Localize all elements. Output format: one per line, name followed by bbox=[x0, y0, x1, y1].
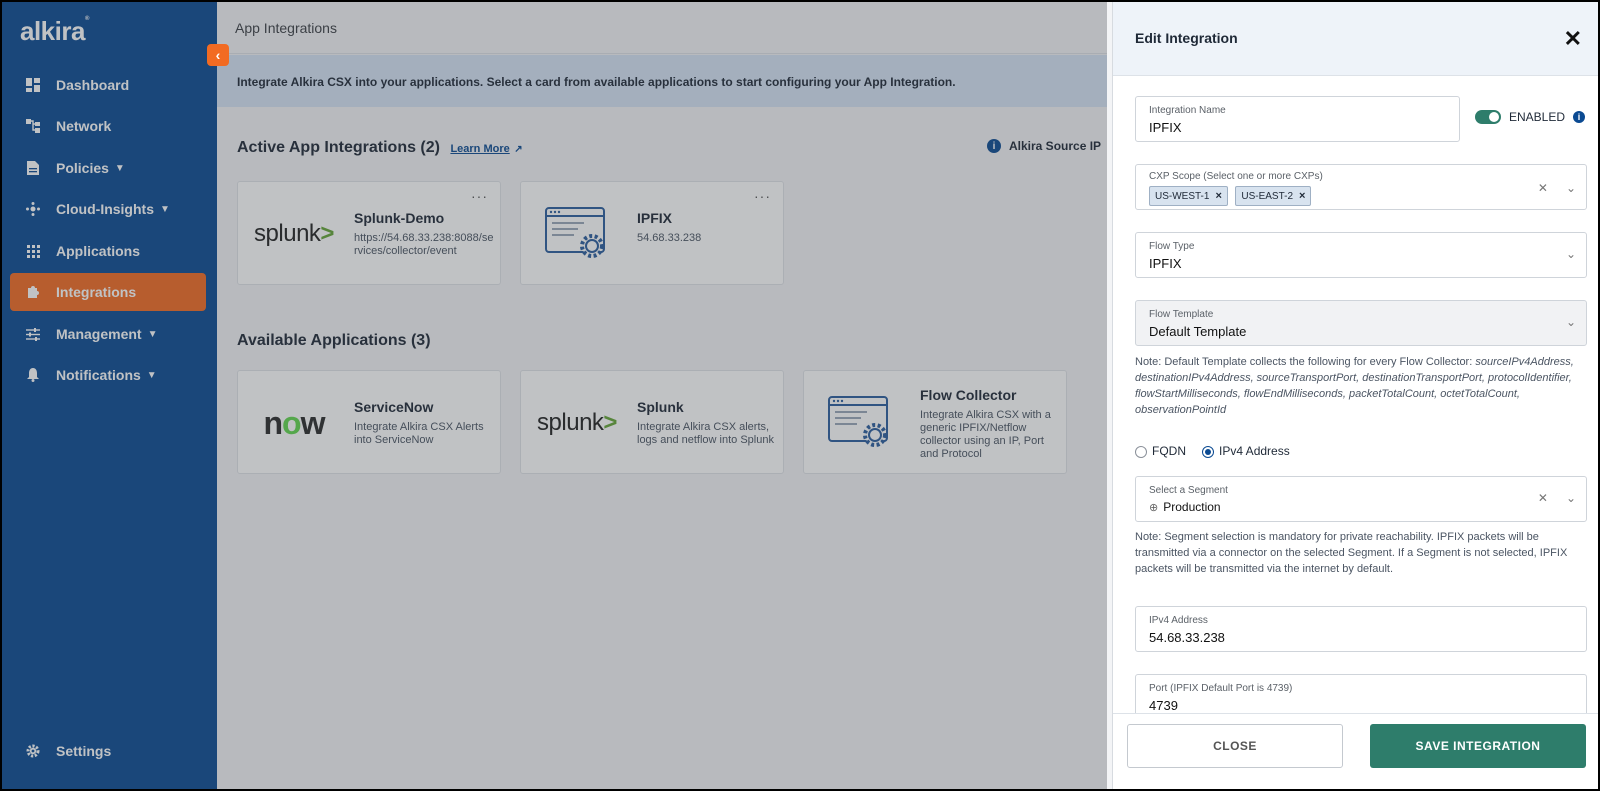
port-input[interactable]: 4739 bbox=[1149, 698, 1573, 713]
panel-footer: CLOSE SAVE INTEGRATION bbox=[1113, 713, 1598, 789]
collapse-sidebar-button[interactable]: ‹ bbox=[207, 44, 229, 66]
panel-title: Edit Integration bbox=[1135, 30, 1238, 46]
chevron-down-icon: ⌄ bbox=[1565, 315, 1576, 329]
ipv4-address-field[interactable]: IPv4 Address 54.68.33.238 bbox=[1135, 606, 1587, 652]
integration-name-input[interactable]: IPFIX bbox=[1149, 120, 1446, 135]
address-type-radio-group: FQDN IPv4 Address bbox=[1135, 444, 1290, 458]
segment-select[interactable]: Select a Segment ⊕ Production ✕ ⌄ bbox=[1135, 476, 1587, 522]
close-button[interactable]: CLOSE bbox=[1127, 724, 1343, 768]
modal-backdrop[interactable] bbox=[2, 2, 1107, 789]
fqdn-radio[interactable]: FQDN bbox=[1135, 444, 1186, 458]
clear-icon[interactable]: ✕ bbox=[1538, 181, 1548, 195]
cxp-scope-select[interactable]: CXP Scope (Select one or more CXPs) US-W… bbox=[1135, 164, 1587, 210]
segment-note: Note: Segment selection is mandatory for… bbox=[1135, 531, 1568, 575]
globe-icon: ⊕ bbox=[1149, 501, 1159, 514]
chevron-down-icon[interactable]: ⌄ bbox=[1566, 247, 1576, 261]
template-note: Note: Default Template collects the foll… bbox=[1135, 356, 1574, 416]
toggle-switch[interactable] bbox=[1475, 110, 1501, 124]
flow-template-select: Flow Template Default Template ⌄ bbox=[1135, 300, 1587, 346]
chevron-left-icon: ‹ bbox=[215, 47, 221, 63]
flow-type-select[interactable]: Flow Type IPFIX ⌄ bbox=[1135, 232, 1587, 278]
clear-icon[interactable]: ✕ bbox=[1538, 491, 1548, 505]
close-icon[interactable]: ✕ bbox=[1564, 26, 1582, 52]
cxp-chip: US-EAST-2 × bbox=[1235, 186, 1312, 206]
cxp-chip: US-WEST-1 × bbox=[1149, 186, 1228, 206]
chevron-down-icon[interactable]: ⌄ bbox=[1566, 181, 1576, 195]
ipv4-address-input[interactable]: 54.68.33.238 bbox=[1149, 630, 1573, 645]
save-integration-button[interactable]: SAVE INTEGRATION bbox=[1370, 724, 1586, 768]
edit-integration-panel: Edit Integration ✕ Integration Name IPFI… bbox=[1112, 2, 1598, 789]
ipv4-radio[interactable]: IPv4 Address bbox=[1202, 444, 1290, 458]
integration-name-field[interactable]: Integration Name IPFIX bbox=[1135, 96, 1460, 142]
enabled-toggle[interactable]: ENABLED i bbox=[1475, 110, 1586, 124]
app-window: alkira® Dashboard Network Policies ▼ Clo… bbox=[2, 2, 1598, 789]
remove-chip-icon[interactable]: × bbox=[1299, 190, 1305, 202]
info-icon[interactable]: i bbox=[1573, 111, 1586, 123]
remove-chip-icon[interactable]: × bbox=[1215, 190, 1221, 202]
panel-header: Edit Integration ✕ bbox=[1113, 2, 1598, 76]
chevron-down-icon[interactable]: ⌄ bbox=[1566, 491, 1576, 505]
